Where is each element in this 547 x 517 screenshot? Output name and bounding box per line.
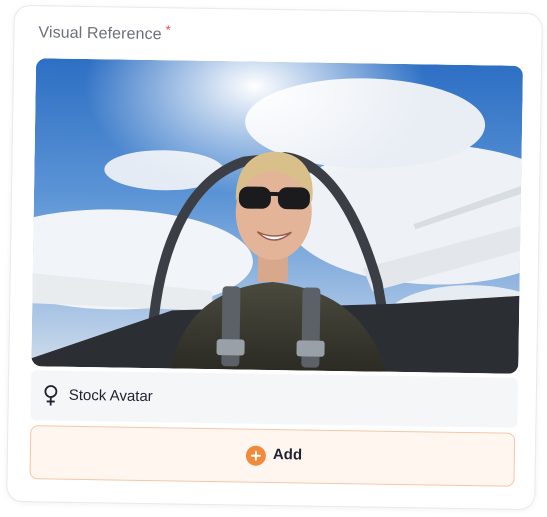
glider-pilot-photo xyxy=(31,58,524,374)
add-button[interactable]: Add xyxy=(29,425,516,487)
plus-circle-icon xyxy=(245,445,267,466)
add-button-label: Add xyxy=(272,446,303,464)
visual-reference-card: Visual Reference * Stock Avatar Add xyxy=(6,4,543,511)
female-symbol-icon xyxy=(44,385,58,406)
field-label: Visual Reference * xyxy=(38,22,172,44)
required-asterisk: * xyxy=(165,22,172,38)
reference-photo[interactable] xyxy=(31,58,524,374)
stock-avatar-label: Stock Avatar xyxy=(68,386,153,406)
field-label-text: Visual Reference xyxy=(38,24,162,44)
stock-avatar-row[interactable]: Stock Avatar xyxy=(30,370,519,428)
